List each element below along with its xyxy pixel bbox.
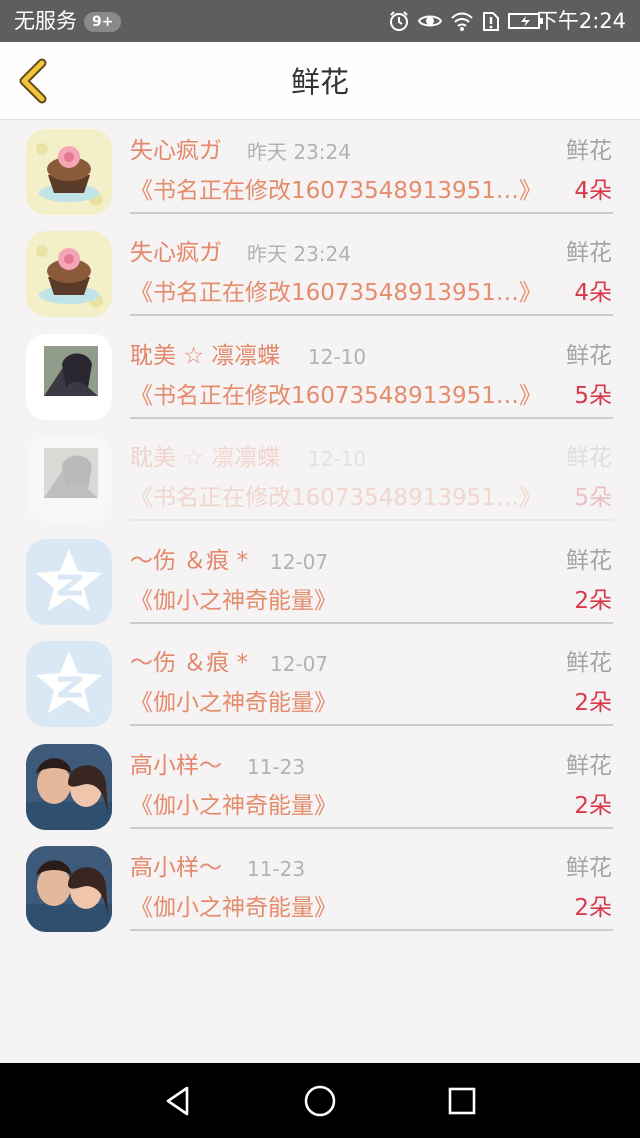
list-item[interactable]: 耽美 ☆ 凛凛蝶 12-10 鲜花 《书名正在修改16073548913951…… (0, 428, 640, 531)
system-nav-bar (0, 1063, 640, 1138)
sender-name: 耽美 ☆ 凛凛蝶 (130, 343, 281, 369)
gift-date: 昨天 23:24 (247, 242, 351, 266)
flower-count: 4朵 (574, 178, 612, 204)
flower-count: 2朵 (574, 588, 612, 614)
gift-date: 11-23 (247, 755, 306, 779)
row-divider (130, 622, 613, 624)
gift-date: 昨天 23:24 (247, 140, 351, 164)
list-item[interactable]: 失心疯ガ 昨天 23:24 鲜花 《书名正在修改16073548913951…》… (0, 223, 640, 326)
gift-type: 鲜花 (566, 855, 612, 881)
photo-avatar-icon (26, 334, 112, 420)
gift-type: 鲜花 (566, 445, 612, 471)
avatar (26, 539, 112, 625)
flower-count: 5朵 (574, 383, 612, 409)
row-divider (130, 417, 613, 419)
book-title: 《书名正在修改16073548913951…》 (130, 178, 542, 204)
cupcake-avatar-icon (26, 129, 112, 215)
gift-type: 鲜花 (566, 650, 612, 676)
row-divider (130, 827, 613, 829)
qzone-star-icon (26, 641, 112, 727)
sender-name: 高小样～ (130, 855, 222, 881)
book-title: 《书名正在修改16073548913951…》 (130, 383, 542, 409)
photo-avatar-icon (26, 436, 112, 522)
couple-photo-avatar-icon (26, 846, 112, 932)
back-triangle-icon (166, 1086, 189, 1116)
book-title: 《书名正在修改16073548913951…》 (130, 280, 542, 306)
flower-count: 4朵 (574, 280, 612, 306)
row-divider (130, 724, 613, 726)
book-title: 《伽小之神奇能量》 (130, 895, 337, 921)
avatar (26, 436, 112, 522)
clock: 下午2:24 (536, 9, 626, 33)
system-home-button[interactable] (302, 1083, 338, 1119)
avatar (26, 744, 112, 830)
notification-badge: 9+ (84, 12, 122, 32)
wifi-icon (451, 12, 473, 31)
sender-name: 耽美 ☆ 凛凛蝶 (130, 445, 281, 471)
book-title: 《书名正在修改16073548913951…》 (130, 485, 542, 511)
avatar (26, 641, 112, 727)
alarm-icon (390, 11, 408, 31)
flower-count: 5朵 (574, 485, 612, 511)
gift-type: 鲜花 (566, 138, 612, 164)
avatar (26, 129, 112, 215)
book-title: 《伽小之神奇能量》 (130, 588, 337, 614)
row-divider (130, 314, 613, 316)
list-item[interactable]: ～伤 ＆痕 * 12-07 鲜花 《伽小之神奇能量》 2朵 (0, 633, 640, 736)
avatar (26, 334, 112, 420)
avatar (26, 846, 112, 932)
recents-square-icon (448, 1087, 476, 1115)
list-item[interactable]: 高小样～ 11-23 鲜花 《伽小之神奇能量》 2朵 (0, 838, 640, 941)
page-title: 鲜花 (290, 65, 349, 99)
list-item[interactable]: ～伤 ＆痕 * 12-07 鲜花 《伽小之神奇能量》 2朵 (0, 531, 640, 634)
carrier-label: 无服务 (14, 9, 77, 33)
home-circle-icon (304, 1085, 336, 1117)
row-divider (130, 929, 613, 931)
list-item[interactable]: 失心疯ガ 昨天 23:24 鲜花 《书名正在修改16073548913951…》… (0, 121, 640, 224)
eye-icon (418, 15, 442, 27)
book-title: 《伽小之神奇能量》 (130, 690, 337, 716)
couple-photo-avatar-icon (26, 744, 112, 830)
list-item[interactable]: 高小样～ 11-23 鲜花 《伽小之神奇能量》 2朵 (0, 736, 640, 839)
gift-date: 12-07 (270, 550, 329, 574)
sender-name: 失心疯ガ (130, 138, 222, 164)
gift-type: 鲜花 (566, 548, 612, 574)
status-bar: 无服务 9+ 下午2:24 (0, 0, 640, 42)
sender-name: 高小样～ (130, 753, 222, 779)
row-divider (130, 212, 613, 214)
list-item[interactable]: 耽美 ☆ 凛凛蝶 12-10 鲜花 《书名正在修改16073548913951…… (0, 326, 640, 429)
book-title: 《伽小之神奇能量》 (130, 793, 337, 819)
flower-count: 2朵 (574, 793, 612, 819)
sim-alert-icon (483, 12, 499, 31)
app-header: 鲜花 (0, 42, 640, 120)
flower-count: 2朵 (574, 895, 612, 921)
row-divider (130, 519, 613, 521)
qzone-star-icon (26, 539, 112, 625)
flower-count: 2朵 (574, 690, 612, 716)
avatar (26, 231, 112, 317)
gift-type: 鲜花 (566, 240, 612, 266)
gift-date: 11-23 (247, 857, 306, 881)
sender-name: 失心疯ガ (130, 240, 222, 266)
system-recents-button[interactable] (444, 1083, 480, 1119)
status-icons (388, 9, 544, 33)
system-back-button[interactable] (160, 1083, 196, 1119)
gift-date: 12-07 (270, 652, 329, 676)
sender-name: ～伤 ＆痕 * (130, 548, 249, 574)
cupcake-avatar-icon (26, 231, 112, 317)
gift-date: 12-10 (308, 345, 367, 369)
gift-type: 鲜花 (566, 753, 612, 779)
gift-date: 12-10 (308, 447, 367, 471)
sender-name: ～伤 ＆痕 * (130, 650, 249, 676)
gift-type: 鲜花 (566, 343, 612, 369)
